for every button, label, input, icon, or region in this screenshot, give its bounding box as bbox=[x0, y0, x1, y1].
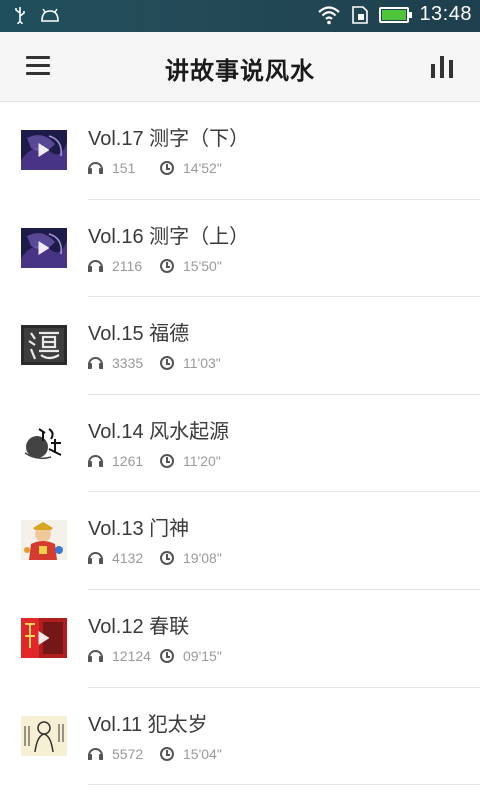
episode-title: Vol.14 风水起源 bbox=[88, 420, 230, 443]
episode-thumbnail bbox=[21, 227, 67, 268]
battery-level bbox=[382, 9, 407, 20]
episode-item[interactable]: Vol.17 测字（下） 151 14'52" bbox=[0, 102, 480, 200]
episode-title: Vol.15 福德 bbox=[88, 323, 190, 346]
clock-icon bbox=[160, 648, 174, 663]
episode-thumbnail bbox=[21, 325, 67, 366]
episode-title: Vol.11 犯太岁 bbox=[88, 713, 208, 736]
wifi-icon bbox=[318, 5, 341, 24]
episode-title: Vol.17 测字（下） bbox=[88, 128, 250, 150]
headphone-icon bbox=[88, 259, 103, 272]
duration: 15'50" bbox=[183, 257, 222, 274]
duration: 15'04" bbox=[183, 745, 222, 762]
headphone-icon bbox=[88, 747, 103, 760]
episode-title: Vol.12 春联 bbox=[88, 615, 190, 638]
headphone-icon bbox=[88, 649, 103, 662]
duration: 11'03" bbox=[183, 355, 221, 372]
status-bar: 13:48 bbox=[0, 0, 480, 32]
clock-icon bbox=[160, 453, 174, 468]
headphone-icon bbox=[88, 454, 103, 467]
episode-title: Vol.13 门神 bbox=[88, 518, 190, 541]
episode-thumbnail bbox=[21, 130, 67, 170]
episode-meta: 5572 15'04" bbox=[88, 746, 222, 762]
episode-meta: 4132 19'08" bbox=[88, 550, 222, 566]
play-count: 12124 bbox=[112, 647, 151, 664]
episode-meta: 151 14'52" bbox=[88, 160, 222, 176]
page-title: 讲故事说风水 bbox=[165, 57, 315, 85]
headphone-icon bbox=[88, 162, 103, 174]
episode-meta: 1261 11'20" bbox=[88, 453, 221, 469]
duration: 14'52" bbox=[183, 160, 222, 176]
episode-item[interactable]: Vol.16 测字（上） 2116 15'50" bbox=[0, 200, 480, 298]
duration: 19'08" bbox=[183, 550, 222, 567]
divider bbox=[88, 784, 480, 786]
clock-icon bbox=[160, 161, 174, 175]
episode-title: Vol.16 测字（上） bbox=[88, 225, 250, 248]
play-count: 5572 bbox=[112, 745, 144, 762]
episode-meta: 2116 15'50" bbox=[88, 258, 222, 274]
duration: 09'15" bbox=[183, 647, 222, 664]
battery-icon bbox=[379, 6, 413, 23]
play-count: 151 bbox=[112, 160, 136, 176]
headphone-icon bbox=[88, 552, 103, 565]
play-icon bbox=[38, 240, 50, 255]
play-icon bbox=[38, 143, 50, 157]
play-icon bbox=[38, 630, 50, 645]
sim-icon bbox=[352, 5, 369, 24]
android-icon bbox=[41, 8, 59, 22]
clock-icon bbox=[160, 746, 174, 761]
play-count: 4132 bbox=[112, 550, 144, 567]
clock-icon bbox=[160, 551, 174, 566]
episode-meta: 12124 09'15" bbox=[88, 648, 222, 664]
episode-thumbnail bbox=[21, 520, 67, 561]
episode-thumbnail bbox=[21, 422, 67, 463]
episode-item[interactable]: Vol.13 门神 4132 19'08" bbox=[0, 492, 480, 590]
play-count: 1261 bbox=[112, 452, 144, 469]
play-count: 2116 bbox=[112, 257, 143, 274]
play-count: 3335 bbox=[112, 355, 144, 372]
bar-chart-icon[interactable] bbox=[430, 54, 454, 78]
clock-icon bbox=[160, 258, 174, 273]
episode-thumbnail bbox=[21, 715, 67, 756]
usb-icon bbox=[15, 7, 25, 24]
episode-thumbnail bbox=[21, 617, 67, 658]
app-header: 讲故事说风水 bbox=[0, 32, 480, 102]
episode-item[interactable]: Vol.11 犯太岁 5572 15'04" bbox=[0, 688, 480, 786]
status-time: 13:48 bbox=[419, 3, 472, 25]
episode-list: Vol.17 测字（下） 151 14'52" Vol.16 测字（上） 211… bbox=[0, 102, 480, 786]
episode-item[interactable]: Vol.15 福德 3335 11'03" bbox=[0, 297, 480, 395]
episode-item[interactable]: Vol.14 风水起源 1261 11'20" bbox=[0, 395, 480, 493]
duration: 11'20" bbox=[183, 452, 221, 469]
clock-icon bbox=[160, 356, 174, 371]
episode-item[interactable]: Vol.12 春联 12124 09'15" bbox=[0, 590, 480, 688]
headphone-icon bbox=[88, 357, 103, 370]
episode-meta: 3335 11'03" bbox=[88, 355, 221, 371]
